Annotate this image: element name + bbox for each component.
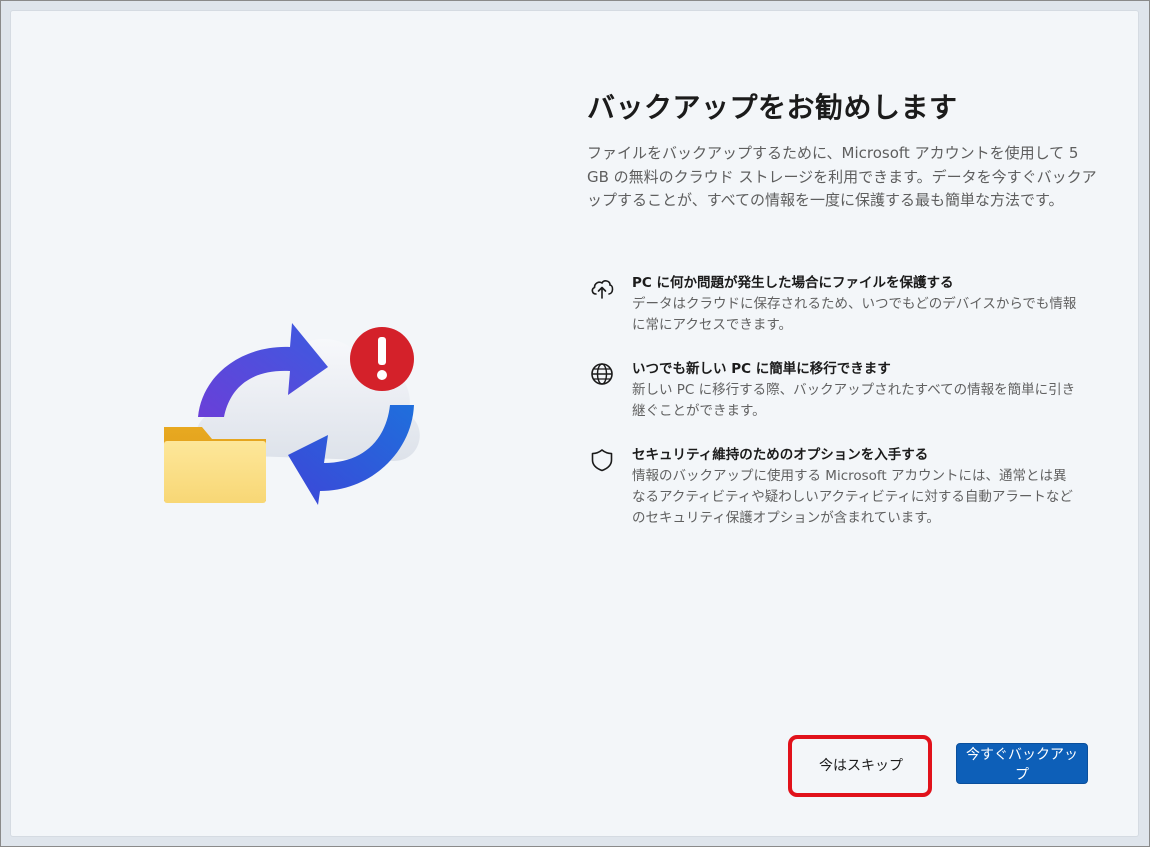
feature-item-security: セキュリティ維持のためのオプションを入手する 情報のバックアップに使用する Mi…: [588, 444, 1078, 529]
backup-illustration: [164, 323, 420, 505]
feature-title: いつでも新しい PC に簡単に移行できます: [632, 361, 891, 377]
page-title: バックアップをお勧めします: [587, 91, 958, 124]
globe-icon: [591, 363, 613, 385]
alert-badge-icon: [350, 327, 414, 391]
feature-description: 新しい PC に移行する際、バックアップされたすべての情報を簡単に引き継ぐことが…: [632, 382, 1076, 419]
shield-icon: [591, 449, 613, 472]
feature-item-migrate: いつでも新しい PC に簡単に移行できます 新しい PC に移行する際、バックア…: [588, 358, 1078, 422]
feature-description: 情報のバックアップに使用する Microsoft アカウントには、通常とは異なる…: [632, 468, 1073, 526]
intro-text: ファイルをバックアップするために、Microsoft アカウントを使用して 5 …: [587, 144, 1097, 209]
annotation-highlight: [788, 735, 932, 797]
cloud-upload-icon: [591, 280, 614, 299]
feature-description: データはクラウドに保存されるため、いつでもどのデバイスからでも情報に常にアクセス…: [632, 296, 1077, 333]
backup-now-button[interactable]: 今すぐバックアップ: [956, 743, 1088, 784]
feature-title: セキュリティ維持のためのオプションを入手する: [632, 447, 929, 463]
feature-list: PC に何か問題が発生した場合にファイルを保護する データはクラウドに保存される…: [588, 272, 1078, 551]
dialog-content: バックアップをお勧めします ファイルをバックアップするために、Microsoft…: [587, 88, 1097, 213]
feature-item-protect: PC に何か問題が発生した場合にファイルを保護する データはクラウドに保存される…: [588, 272, 1078, 336]
feature-title: PC に何か問題が発生した場合にファイルを保護する: [632, 275, 954, 291]
